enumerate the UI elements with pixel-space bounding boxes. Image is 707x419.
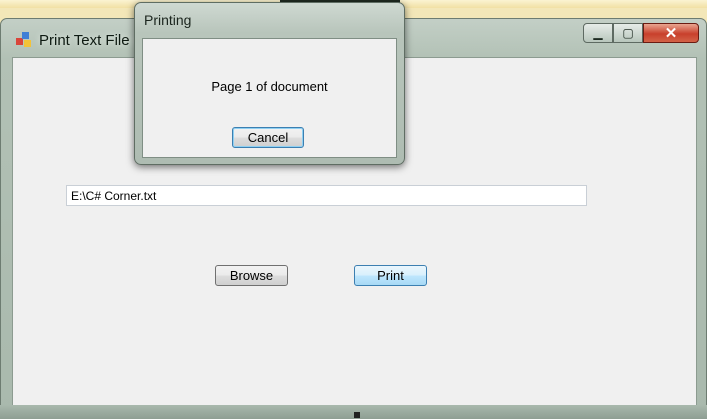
dialog-title: Printing xyxy=(144,12,192,28)
window-bottom-frame xyxy=(0,405,707,419)
printing-dialog: Printing Page 1 of document Cancel xyxy=(134,2,405,165)
cancel-button[interactable]: Cancel xyxy=(232,127,304,148)
app-icon xyxy=(16,32,32,48)
maximize-button[interactable]: ▢ xyxy=(613,23,643,43)
print-status-text: Page 1 of document xyxy=(211,79,328,94)
minimize-button[interactable]: ▁ xyxy=(583,23,613,43)
print-button[interactable]: Print xyxy=(354,265,427,286)
resize-notch xyxy=(354,412,360,418)
browse-button[interactable]: Browse xyxy=(215,265,288,286)
close-icon: ✕ xyxy=(664,25,678,42)
close-button[interactable]: ✕ xyxy=(643,23,699,43)
file-path-input[interactable]: E:\C# Corner.txt xyxy=(66,185,587,206)
maximize-icon: ▢ xyxy=(622,26,634,40)
minimize-icon: ▁ xyxy=(593,26,603,40)
caption-buttons: ▁ ▢ ✕ xyxy=(583,23,699,43)
dialog-client-area: Page 1 of document Cancel xyxy=(142,38,397,158)
